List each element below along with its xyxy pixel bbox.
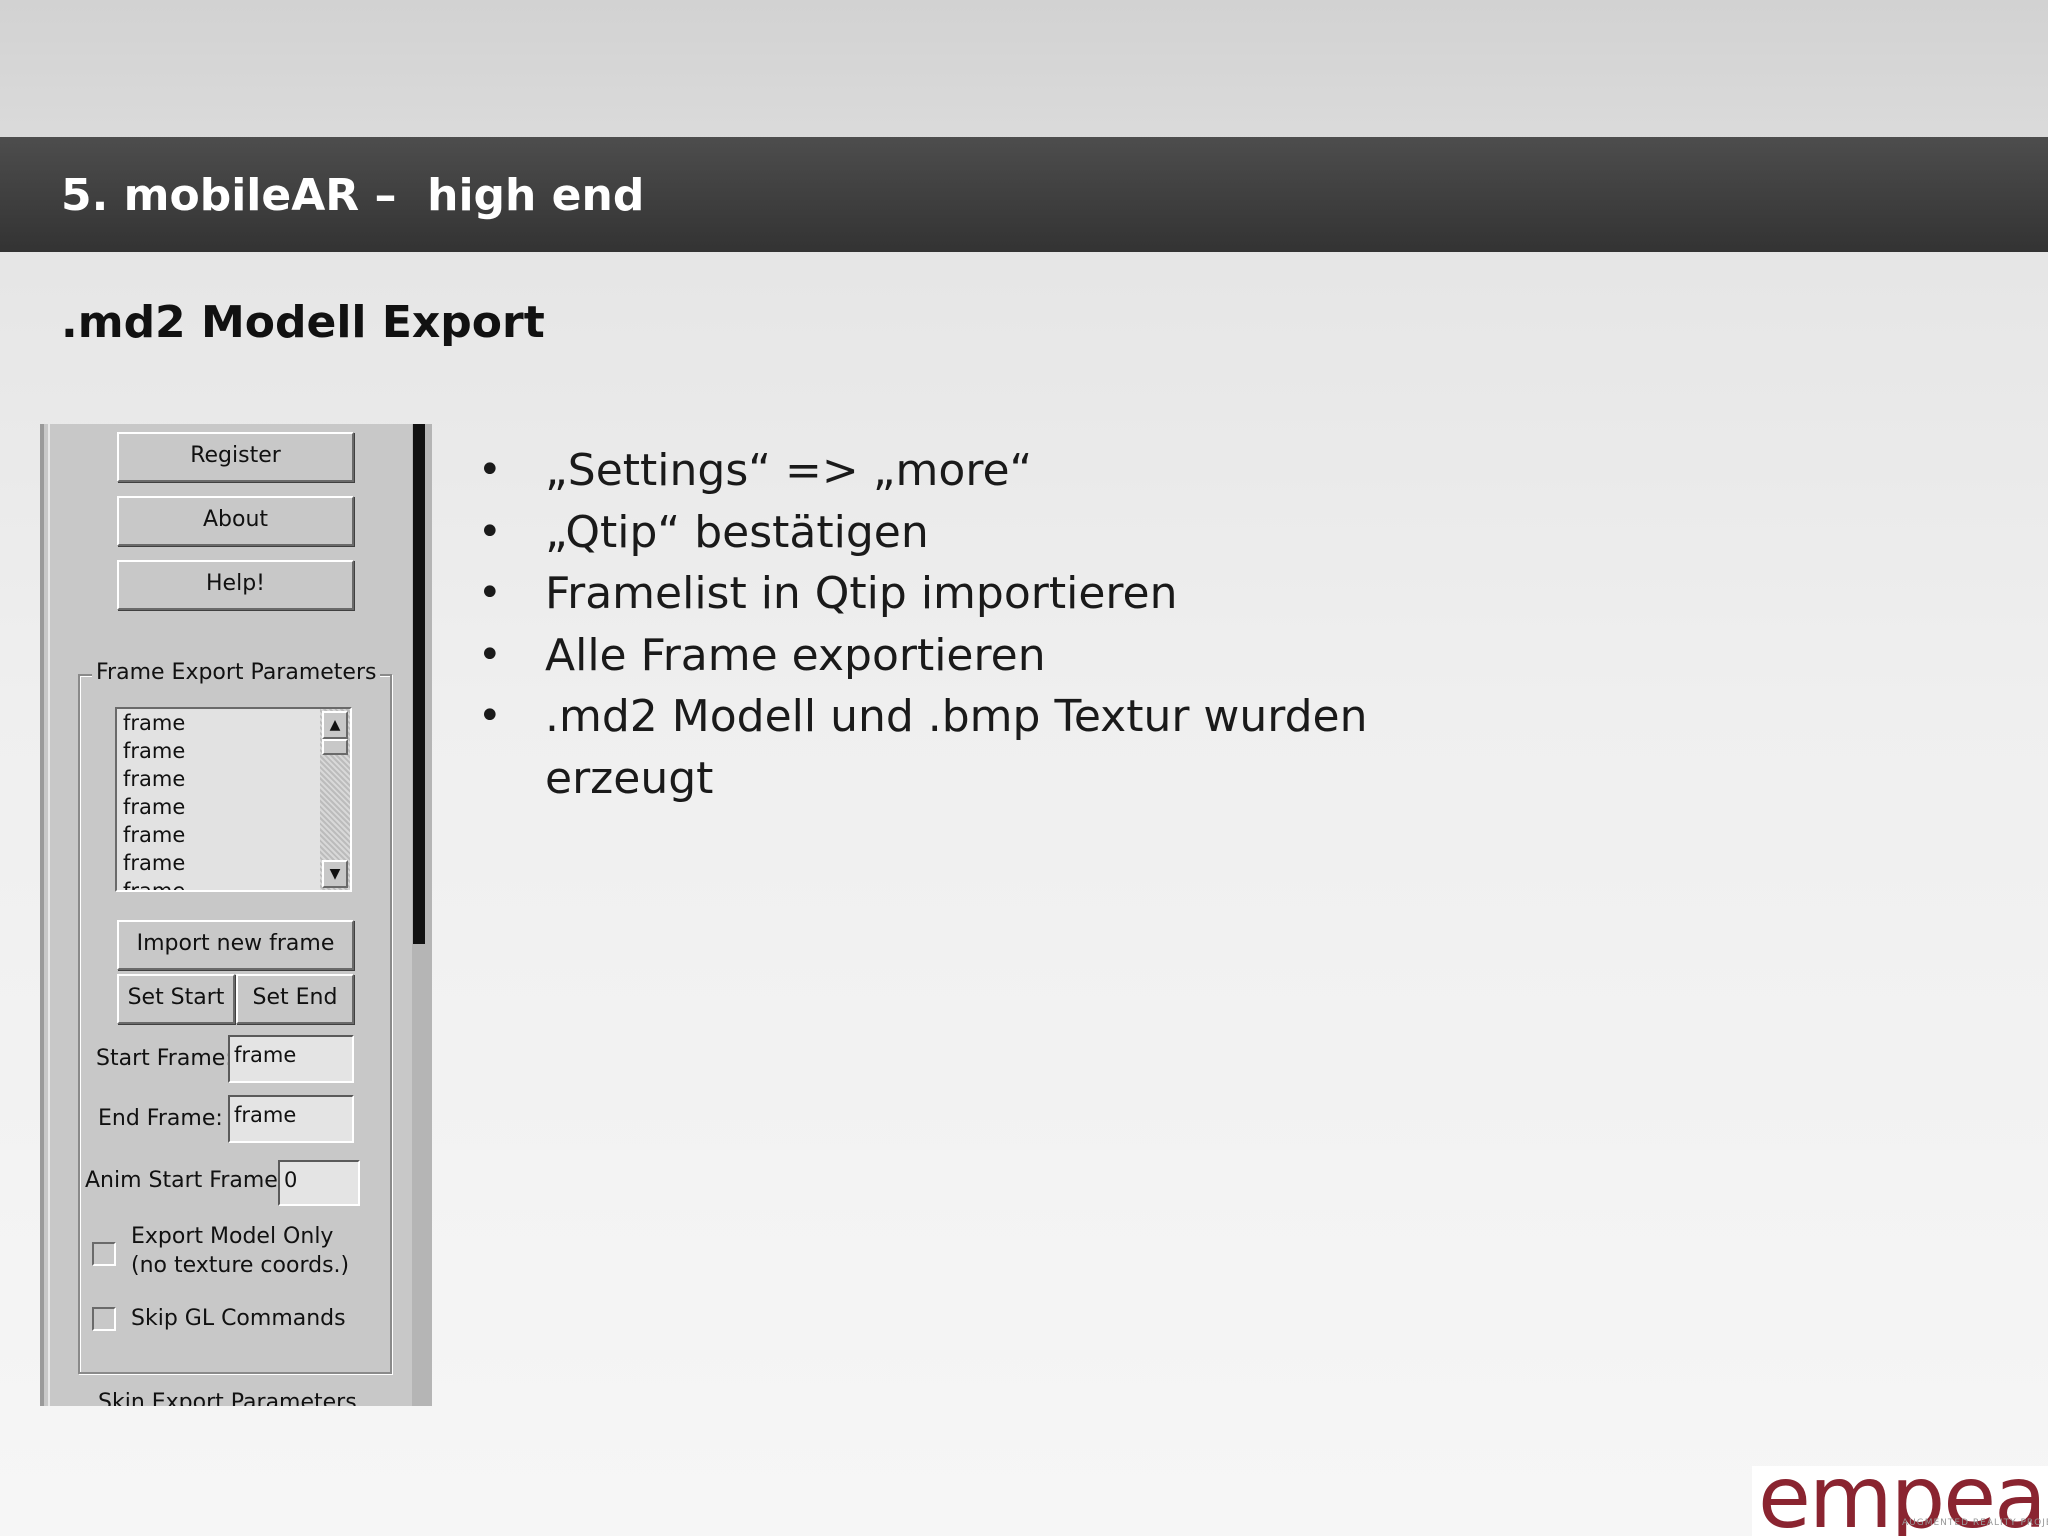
list-item: • „Qtip“ bestätigen: [478, 502, 1478, 564]
logo-tagline: AUGMENTED REALITY PROJECTS: [1902, 1518, 2048, 1528]
list-item: • Framelist in Qtip importieren: [478, 563, 1478, 625]
skip-gl-commands-checkbox[interactable]: [92, 1307, 116, 1331]
bullet-icon: •: [478, 447, 502, 493]
anim-start-frame-field[interactable]: 0: [278, 1160, 360, 1206]
title-bar: 5. mobileAR – high end: [0, 137, 2048, 252]
import-frame-list-button[interactable]: Import new frame list: [117, 920, 354, 1000]
end-frame-label: End Frame:: [98, 1106, 223, 1131]
start-frame-field[interactable]: frame: [228, 1035, 354, 1083]
export-model-only-checkbox[interactable]: [92, 1242, 116, 1266]
empea-logo: empea AUGMENTED REALITY PROJECTS: [1752, 1466, 2048, 1536]
bullet-icon: •: [478, 631, 502, 678]
scroll-up-icon[interactable]: ▲: [322, 711, 348, 739]
help-button[interactable]: Help!: [117, 560, 354, 610]
end-frame-field[interactable]: frame: [228, 1095, 354, 1143]
list-scrollbar[interactable]: ▲ ▼: [320, 709, 350, 890]
list-item[interactable]: frame: [123, 851, 185, 875]
export-model-only-sublabel: (no texture coords.): [131, 1253, 350, 1278]
set-end-button[interactable]: Set End: [236, 974, 354, 1024]
list-item[interactable]: frame: [123, 739, 185, 763]
list-item: • „Settings“ => „more“: [478, 440, 1478, 502]
list-item: • Alle Frame exportieren: [478, 625, 1478, 687]
list-item[interactable]: frame: [123, 823, 185, 847]
md2-export-panel: Register About Help! Frame Export Parame…: [40, 424, 432, 1406]
list-item[interactable]: frame: [123, 767, 185, 791]
panel-edge-left: [40, 424, 44, 1406]
anim-start-frame-label: Anim Start Frame:: [85, 1168, 286, 1193]
slide-title: 5. mobileAR – high end: [61, 170, 645, 221]
bullet-list: • „Settings“ => „more“ • „Qtip“ bestätigen…: [478, 440, 1478, 809]
about-button[interactable]: About: [117, 496, 354, 546]
bullet-icon: •: [478, 508, 502, 555]
panel-scroll-thumb[interactable]: [413, 424, 425, 944]
panel-edge-highlight: [48, 424, 50, 1406]
frame-export-group-label: Frame Export Parameters: [92, 660, 381, 685]
skip-gl-commands-label: Skip GL Commands: [131, 1306, 346, 1331]
bullet-icon: •: [478, 570, 502, 616]
list-item: • .md2 Modell und .bmp Textur wurden erze…: [478, 686, 1478, 809]
list-item[interactable]: frame: [123, 795, 185, 819]
bullet-icon: •: [478, 693, 502, 739]
slide-subtitle: .md2 Modell Export: [61, 297, 545, 348]
start-frame-label: Start Frame:: [96, 1046, 233, 1071]
list-item[interactable]: frame: [123, 879, 185, 890]
set-start-button[interactable]: Set Start: [117, 974, 235, 1024]
list-item[interactable]: frame: [123, 711, 185, 735]
scroll-down-icon[interactable]: ▼: [322, 860, 348, 888]
frame-list[interactable]: frame frame frame frame frame frame fram…: [115, 707, 352, 892]
export-model-only-label: Export Model Only: [131, 1224, 334, 1249]
list-scroll-thumb[interactable]: [322, 739, 348, 755]
register-button[interactable]: Register: [117, 432, 354, 482]
skin-export-group-label: Skin Export Parameters: [98, 1390, 357, 1406]
